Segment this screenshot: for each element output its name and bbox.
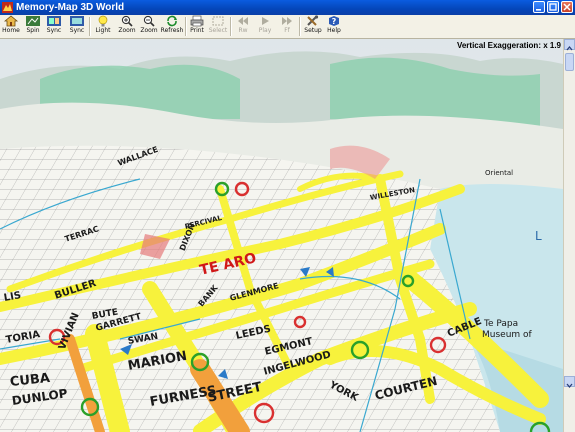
fast-forward-button[interactable]: Ff — [279, 15, 295, 37]
zoom-out-label: Zoom — [140, 27, 158, 34]
chevron-down-icon — [566, 383, 573, 389]
sync-icon — [47, 16, 61, 26]
home-label: Home — [2, 27, 20, 34]
refresh-button[interactable]: Refresh — [161, 15, 183, 37]
spin-label: Spin — [26, 27, 40, 34]
rewind-button[interactable]: Rw — [235, 15, 251, 37]
light-button[interactable]: Light — [94, 15, 112, 37]
zoom-out-button[interactable]: Zoom — [140, 15, 158, 37]
sync-label-2: Sync — [69, 27, 85, 34]
maximize-icon — [549, 3, 557, 11]
sync-button-2[interactable]: Sync — [68, 15, 86, 37]
toolbar-separator — [230, 17, 232, 36]
title-bar[interactable]: Memory-Map 3D World — [0, 0, 575, 15]
window-title: Memory-Map 3D World — [16, 2, 125, 13]
print-button[interactable]: Print — [189, 15, 205, 37]
scroll-down-button[interactable] — [564, 376, 575, 389]
select-label: Select — [208, 27, 228, 34]
minimize-button[interactable] — [533, 1, 545, 13]
toolbar-separator — [299, 17, 301, 36]
vertical-exaggeration-readout: Vertical Exaggeration: x 1.9 — [456, 41, 561, 50]
vertical-scrollbar[interactable] — [563, 39, 575, 432]
minimize-icon — [536, 9, 541, 11]
home-icon — [3, 15, 19, 27]
sync-button-1[interactable]: Sync — [45, 15, 63, 37]
spin-icon — [26, 16, 40, 26]
rewind-label: Rw — [238, 27, 248, 34]
select-button[interactable]: Select — [209, 15, 227, 37]
setup-icon — [307, 15, 319, 26]
maximize-button[interactable] — [547, 1, 559, 13]
sync-icon — [70, 16, 84, 26]
spin-button[interactable]: Spin — [24, 15, 42, 37]
setup-label: Setup — [304, 27, 322, 34]
oriental-label: Oriental — [485, 169, 514, 177]
zoom-in-label: Zoom — [118, 27, 136, 34]
play-label: Play — [258, 27, 272, 34]
print-label: Print — [190, 27, 204, 34]
chevron-up-icon — [566, 45, 573, 51]
map-viewport[interactable]: TE ARO BULLER CUBA DUNLOP MARION FURNESS… — [0, 39, 563, 432]
help-button[interactable]: ? Help — [326, 15, 342, 37]
toolbar: Home Spin Sync Sync Light Zoom Zoom Refr… — [0, 15, 575, 39]
refresh-icon — [167, 15, 177, 27]
close-icon — [563, 3, 571, 11]
rewind-icon — [238, 17, 248, 25]
water-label: L — [535, 229, 542, 243]
scroll-up-button[interactable] — [564, 39, 575, 51]
home-button[interactable]: Home — [2, 15, 20, 37]
fast-forward-icon — [282, 17, 292, 25]
fast-forward-label: Ff — [284, 27, 290, 34]
help-label: Help — [327, 27, 341, 34]
toolbar-separator — [89, 17, 91, 36]
light-bulb-icon — [98, 15, 108, 27]
sync-label-1: Sync — [46, 27, 62, 34]
play-icon — [262, 17, 269, 25]
zoom-in-button[interactable]: Zoom — [118, 15, 136, 37]
close-button[interactable] — [561, 1, 573, 13]
zoom-in-icon — [121, 15, 133, 27]
te-papa-label: Te Papa — [484, 319, 519, 329]
museum-label: Museum of — [482, 330, 532, 340]
select-icon — [212, 16, 224, 26]
light-label: Light — [95, 27, 111, 34]
app-icon — [2, 2, 13, 13]
help-icon: ? — [329, 16, 339, 26]
toolbar-separator — [185, 17, 187, 36]
svg-text:?: ? — [332, 17, 337, 26]
play-button[interactable]: Play — [257, 15, 273, 37]
print-icon — [190, 15, 204, 27]
setup-button[interactable]: Setup — [304, 15, 322, 37]
refresh-label: Refresh — [160, 27, 184, 34]
app-window: Memory-Map 3D World Home Spin Sync Sync — [0, 0, 575, 432]
scroll-thumb[interactable] — [565, 53, 574, 71]
zoom-out-icon — [143, 15, 155, 27]
